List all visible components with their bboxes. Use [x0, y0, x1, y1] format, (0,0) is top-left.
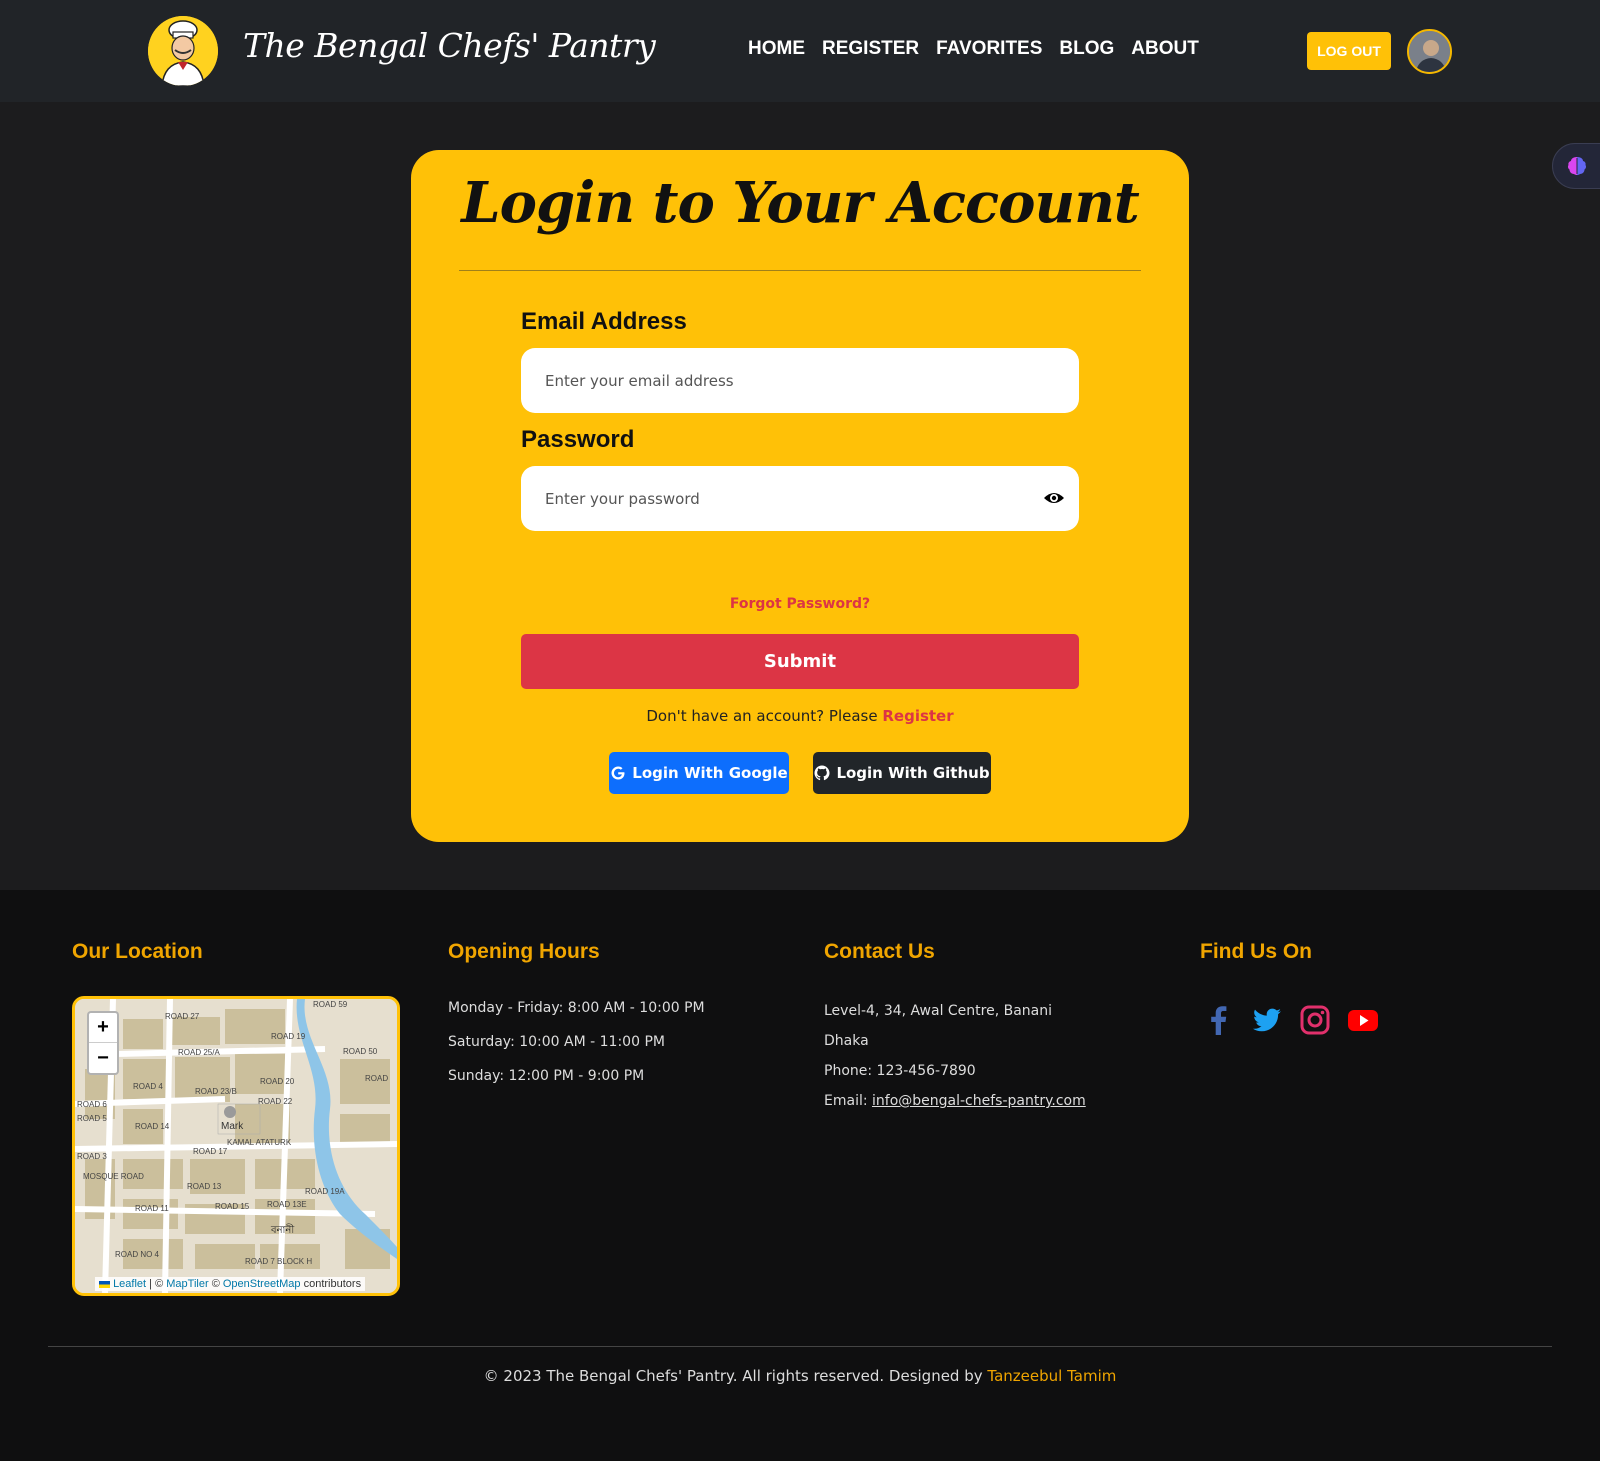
map-tiles: ROAD 27 ROAD 59 ROAD 25/A ROAD 20 ROAD 2…	[75, 999, 397, 1293]
attribution-contributors: contributors	[303, 1278, 362, 1290]
map-road-label: ROAD 11	[135, 1204, 169, 1213]
map-road-label: ROAD 20	[260, 1077, 295, 1086]
map-road-label: ROAD 19A	[305, 1187, 345, 1196]
map-road-label: ROAD 13	[187, 1182, 222, 1191]
nav-home[interactable]: HOME	[748, 38, 805, 60]
maptiler-link[interactable]: MapTiler	[166, 1278, 208, 1290]
social-heading: Find Us On	[1200, 940, 1312, 963]
map-road-label: ROAD 17	[193, 1147, 228, 1156]
map-marker-label: Mark	[221, 1121, 244, 1132]
address-line1: Level-4, 34, Awal Centre, Banani	[824, 1003, 1053, 1019]
map-road-label: ROAD 59	[313, 1000, 348, 1009]
google-icon	[611, 766, 625, 780]
footer: Our Location ROAD 27 ROAD 59 ROAD 25/A R…	[0, 890, 1600, 1461]
register-link[interactable]: Register	[882, 707, 953, 725]
eye-icon[interactable]	[1043, 490, 1065, 506]
map-road-label: ROAD 7 BLOCK H	[245, 1257, 312, 1266]
youtube-icon[interactable]	[1347, 1004, 1379, 1036]
osm-link[interactable]: OpenStreetMap	[223, 1278, 301, 1290]
attribution-copy: ©	[211, 1278, 220, 1290]
hours-sunday: Sunday: 12:00 PM - 9:00 PM	[448, 1068, 645, 1084]
login-github-label: Login With Github	[836, 764, 990, 782]
brand-name[interactable]: The Bengal Chefs' Pantry	[243, 26, 656, 65]
map-road-label: ROAD 19	[271, 1032, 306, 1041]
map-road-label: ROAD 25/A	[178, 1048, 220, 1057]
login-google-label: Login With Google	[632, 764, 788, 782]
instagram-icon[interactable]	[1299, 1004, 1331, 1036]
contact-heading: Contact Us	[824, 940, 935, 963]
user-avatar[interactable]	[1407, 29, 1452, 74]
footer-divider	[48, 1346, 1552, 1347]
nav-favorites[interactable]: FAVORITES	[936, 38, 1042, 60]
map-road-label: ROAD 23/B	[195, 1087, 237, 1096]
register-prompt: Don't have an account? Please Register	[411, 707, 1189, 725]
navbar: The Bengal Chefs' Pantry HOME REGISTER F…	[0, 0, 1600, 102]
attribution-separator: | ©	[149, 1278, 164, 1290]
map-attribution: Leaflet | © MapTiler © OpenStreetMap con…	[95, 1277, 366, 1291]
nav-register[interactable]: REGISTER	[822, 38, 919, 60]
address-line2: Dhaka	[824, 1033, 869, 1049]
email-prefix: Email:	[824, 1093, 868, 1109]
leaflet-link[interactable]: Leaflet	[113, 1278, 146, 1290]
map-road-label: ROAD 22	[258, 1097, 293, 1106]
zoom-in-button[interactable]: +	[89, 1013, 117, 1043]
chef-logo[interactable]	[148, 16, 218, 86]
hours-heading: Opening Hours	[448, 940, 600, 963]
contact-email-line: Email: info@bengal-chefs-pantry.com	[824, 1093, 1086, 1109]
map-road-label: ROAD 27	[165, 1012, 200, 1021]
hours-weekday: Monday - Friday: 8:00 AM - 10:00 PM	[448, 1000, 705, 1016]
map-road-label: ROAD	[365, 1074, 388, 1083]
register-prompt-text: Don't have an account? Please	[646, 707, 878, 725]
github-icon	[814, 765, 830, 781]
login-github-button[interactable]: Login With Github	[813, 752, 991, 794]
map-road-label: ROAD 15	[215, 1202, 250, 1211]
contact-email-link[interactable]: info@bengal-chefs-pantry.com	[872, 1093, 1086, 1109]
contact-phone: Phone: 123-456-7890	[824, 1063, 976, 1079]
copyright: © 2023 The Bengal Chefs' Pantry. All rig…	[0, 1367, 1600, 1385]
brain-icon	[1567, 157, 1587, 175]
map-road-label: MOSQUE ROAD	[83, 1172, 144, 1181]
password-input[interactable]	[521, 466, 1079, 531]
map-road-label: ROAD 50	[343, 1047, 378, 1056]
map-road-label: ROAD NO 4	[115, 1250, 160, 1259]
forgot-password-link[interactable]: Forgot Password?	[411, 596, 1189, 612]
nav-about[interactable]: ABOUT	[1131, 38, 1199, 60]
hours-saturday: Saturday: 10:00 AM - 11:00 PM	[448, 1034, 665, 1050]
map-road-label: ROAD 14	[135, 1122, 170, 1131]
map-road-label: ROAD 6	[77, 1100, 107, 1109]
chef-logo-icon	[148, 16, 218, 86]
zoom-out-button[interactable]: −	[89, 1043, 117, 1073]
twitter-icon[interactable]	[1251, 1004, 1283, 1036]
ai-assistant-widget[interactable]	[1552, 143, 1600, 189]
location-map[interactable]: ROAD 27 ROAD 59 ROAD 25/A ROAD 20 ROAD 2…	[72, 996, 400, 1296]
email-input[interactable]	[521, 348, 1079, 413]
map-road-label: KAMAL ATATURK	[227, 1138, 292, 1147]
map-zoom-controls: + −	[87, 1011, 119, 1075]
main-nav: HOME REGISTER FAVORITES BLOG ABOUT	[748, 38, 1199, 60]
logout-button[interactable]: LOG OUT	[1307, 32, 1391, 70]
nav-blog[interactable]: BLOG	[1059, 38, 1114, 60]
map-road-label: ROAD 13E	[267, 1200, 307, 1209]
map-road-label: ROAD 5	[77, 1114, 107, 1123]
facebook-icon[interactable]	[1203, 1004, 1235, 1036]
login-google-button[interactable]: Login With Google	[609, 752, 789, 794]
title-divider	[459, 270, 1141, 271]
password-label: Password	[521, 426, 635, 453]
location-heading: Our Location	[72, 940, 203, 963]
login-title: Login to Your Account	[461, 170, 1140, 236]
submit-button[interactable]: Submit	[521, 634, 1079, 689]
map-road-label: ROAD 3	[77, 1152, 107, 1161]
social-links	[1203, 1004, 1379, 1036]
map-road-label: ROAD 4	[133, 1082, 163, 1091]
copyright-text: © 2023 The Bengal Chefs' Pantry. All rig…	[483, 1367, 983, 1385]
email-label: Email Address	[521, 308, 687, 335]
map-place-label: বনানী	[270, 1223, 294, 1236]
designer-link[interactable]: Tanzeebul Tamim	[987, 1367, 1116, 1385]
ukraine-flag-icon	[99, 1280, 110, 1288]
login-card: Login to Your Account Email Address Pass…	[411, 150, 1189, 842]
user-avatar-icon	[1409, 31, 1450, 72]
